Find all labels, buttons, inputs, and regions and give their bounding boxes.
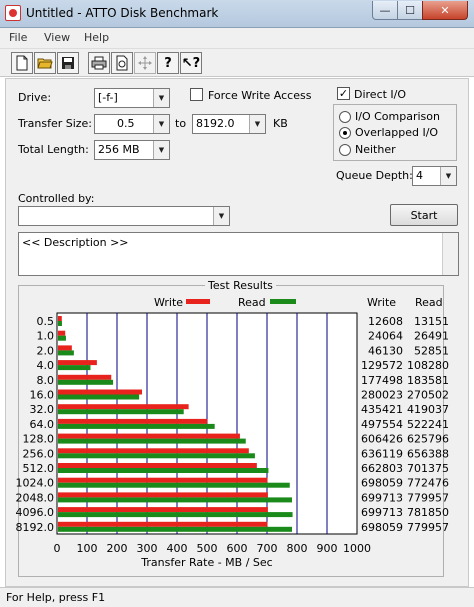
x-tick-label: 700 — [257, 542, 278, 555]
read-value: 779957 — [407, 491, 449, 504]
read-bar — [58, 394, 140, 400]
read-value: 656388 — [407, 447, 449, 460]
write-value: 24064 — [368, 330, 403, 343]
results-chart: 0 100 200 300 400 500 600 700 800 900 1000 Transfer… — [16, 312, 449, 569]
write-bar — [58, 521, 268, 527]
x-tick-label: 300 — [137, 542, 158, 555]
x-tick-label: 1000 — [343, 542, 371, 555]
category-label: 8.0 — [37, 374, 55, 387]
write-bar — [58, 448, 249, 454]
write-bar — [58, 418, 208, 424]
category-label: 32.0 — [30, 403, 55, 416]
read-bar — [58, 497, 292, 503]
x-tick-label: 200 — [107, 542, 128, 555]
x-tick-label: 400 — [167, 542, 188, 555]
write-value: 698059 — [361, 521, 403, 534]
read-value: 183581 — [407, 374, 449, 387]
category-label: 4.0 — [37, 359, 55, 372]
read-bar — [58, 335, 66, 341]
write-value: 129572 — [361, 359, 403, 372]
write-value: 280023 — [361, 389, 403, 402]
write-bar — [58, 507, 268, 513]
write-value: 46130 — [368, 344, 403, 357]
read-bar — [58, 379, 114, 385]
write-value: 177498 — [361, 374, 403, 387]
status-bar: For Help, press F1 — [0, 587, 474, 607]
read-bar — [58, 438, 246, 444]
x-tick-label: 900 — [317, 542, 338, 555]
x-tick-label: 100 — [77, 542, 98, 555]
write-bar — [58, 389, 143, 395]
category-label: 2.0 — [37, 344, 55, 357]
read-value: 779957 — [407, 521, 449, 534]
read-value: 522241 — [407, 418, 449, 431]
write-bar — [58, 477, 268, 483]
category-label: 1024.0 — [16, 477, 55, 490]
write-value: 699713 — [361, 506, 403, 519]
write-value: 662803 — [361, 462, 403, 475]
read-value: 419037 — [407, 403, 449, 416]
read-value: 270502 — [407, 389, 449, 402]
category-label: 512.0 — [23, 462, 55, 475]
category-label: 0.5 — [37, 315, 55, 328]
read-bar — [58, 468, 269, 473]
read-bar — [58, 409, 184, 415]
write-bar — [58, 345, 72, 351]
read-value: 52851 — [414, 344, 449, 357]
status-text: For Help, press F1 — [6, 591, 106, 604]
read-value: 772476 — [407, 477, 449, 490]
category-label: 64.0 — [30, 418, 55, 431]
category-label: 256.0 — [23, 447, 55, 460]
write-bar — [58, 374, 112, 380]
read-bar — [58, 453, 255, 459]
x-tick-label: 0 — [54, 542, 61, 555]
write-value: 606426 — [361, 433, 403, 446]
write-bar — [58, 330, 66, 336]
write-value: 698059 — [361, 477, 403, 490]
write-bar — [58, 360, 97, 366]
category-label: 1.0 — [37, 330, 55, 343]
write-bar — [58, 492, 268, 498]
read-value: 13151 — [414, 315, 449, 328]
read-bar — [58, 350, 74, 356]
category-label: 4096.0 — [16, 506, 55, 519]
read-bar — [58, 512, 293, 518]
write-value: 435421 — [361, 403, 403, 416]
read-bar — [58, 423, 215, 429]
write-bar — [58, 404, 189, 410]
category-label: 16.0 — [30, 389, 55, 402]
write-bar — [58, 433, 240, 439]
read-bar — [58, 482, 290, 488]
read-value: 701375 — [407, 462, 449, 475]
write-value: 699713 — [361, 491, 403, 504]
x-axis-label: Transfer Rate - MB / Sec — [140, 556, 272, 569]
read-bar — [58, 321, 62, 326]
write-value: 12608 — [368, 315, 403, 328]
read-value: 26491 — [414, 330, 449, 343]
read-value: 108280 — [407, 359, 449, 372]
x-tick-label: 800 — [287, 542, 308, 555]
write-bar — [58, 463, 257, 468]
write-value: 636119 — [361, 447, 403, 460]
read-value: 625796 — [407, 433, 449, 446]
write-value: 497554 — [361, 418, 403, 431]
x-tick-label: 500 — [197, 542, 218, 555]
x-tick-label: 600 — [227, 542, 248, 555]
category-label: 128.0 — [23, 433, 55, 446]
read-bar — [58, 365, 91, 371]
write-bar — [58, 316, 62, 321]
read-value: 781850 — [407, 506, 449, 519]
read-bar — [58, 526, 292, 532]
category-label: 8192.0 — [16, 521, 55, 534]
category-label: 2048.0 — [16, 491, 55, 504]
